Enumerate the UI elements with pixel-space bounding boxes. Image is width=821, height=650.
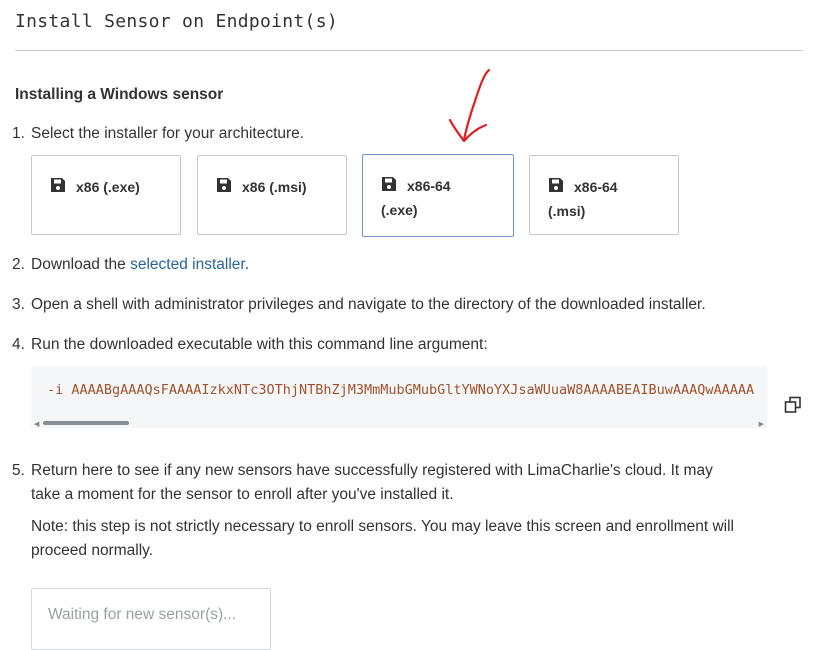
scrollbar-thumb[interactable]: [43, 421, 129, 425]
waiting-status: Waiting for new sensor(s)...: [48, 606, 237, 623]
horizontal-scrollbar[interactable]: ◀ ▶: [31, 418, 767, 428]
red-arrow-annotation: [448, 68, 491, 143]
command-code-block[interactable]: -i AAAABgAAAQsFAAAAIzkxNTc3OThjNTBhZjM3M…: [31, 366, 767, 428]
step-5-note: Note: this step is not strictly necessar…: [31, 518, 734, 535]
floppy-save-icon: [217, 178, 231, 192]
step-5-note-cont: proceed normally.: [31, 542, 154, 559]
section-heading: Installing a Windows sensor: [15, 86, 224, 103]
step-number: 1.: [12, 125, 25, 142]
step-text: Download the: [31, 256, 131, 273]
installer-card-x86-64-msi[interactable]: x86-64 (.msi): [529, 155, 679, 235]
step-text: Return here to see if any new sensors ha…: [31, 462, 713, 479]
step-number: 2.: [12, 256, 25, 273]
page-title: Install Sensor on Endpoint(s): [15, 11, 338, 32]
step-number: 3.: [12, 296, 25, 313]
step-1: 1. Select the installer for your architec…: [12, 122, 304, 146]
step-5-text-cont: take a moment for the sensor to enroll a…: [31, 486, 454, 503]
step-text: Open a shell with administrator privileg…: [31, 296, 706, 313]
installer-label: x86 (.exe): [76, 179, 140, 195]
installer-label: x86-64: [574, 179, 618, 195]
installer-label: x86-64: [407, 178, 451, 194]
step-number: 5.: [12, 462, 25, 479]
step-text-end: .: [244, 256, 249, 273]
command-argument[interactable]: -i AAAABgAAAQsFAAAAIzkxNTc3OThjNTBhZjM3M…: [47, 382, 754, 398]
installer-card-x86-msi[interactable]: x86 (.msi): [197, 155, 347, 235]
floppy-save-icon: [549, 178, 563, 192]
step-2: 2. Download the selected installer.: [12, 253, 249, 277]
installer-label-line2: (.exe): [381, 202, 418, 218]
installer-label: x86 (.msi): [242, 179, 307, 195]
selected-installer-link[interactable]: selected installer: [130, 256, 245, 273]
floppy-save-icon: [382, 177, 396, 191]
installer-label-line2: (.msi): [548, 203, 586, 219]
step-4: 4. Run the downloaded executable with thi…: [12, 333, 488, 357]
scroll-right-icon[interactable]: ▶: [759, 420, 764, 428]
installer-card-x86-64-exe[interactable]: x86-64 (.exe): [362, 154, 514, 237]
scroll-left-icon[interactable]: ◀: [34, 420, 39, 428]
floppy-save-icon: [51, 178, 65, 192]
step-5: 5. Return here to see if any new sensors …: [12, 459, 713, 483]
copy-icon[interactable]: [784, 396, 802, 414]
waiting-sensor-box: Waiting for new sensor(s)...: [31, 588, 271, 650]
step-text: Select the installer for your architectu…: [31, 125, 305, 142]
step-number: 4.: [12, 336, 25, 353]
title-divider: [15, 50, 803, 51]
step-3: 3. Open a shell with administrator privil…: [12, 293, 706, 317]
step-text: Run the downloaded executable with this …: [31, 336, 488, 353]
installer-card-x86-exe[interactable]: x86 (.exe): [31, 155, 181, 235]
